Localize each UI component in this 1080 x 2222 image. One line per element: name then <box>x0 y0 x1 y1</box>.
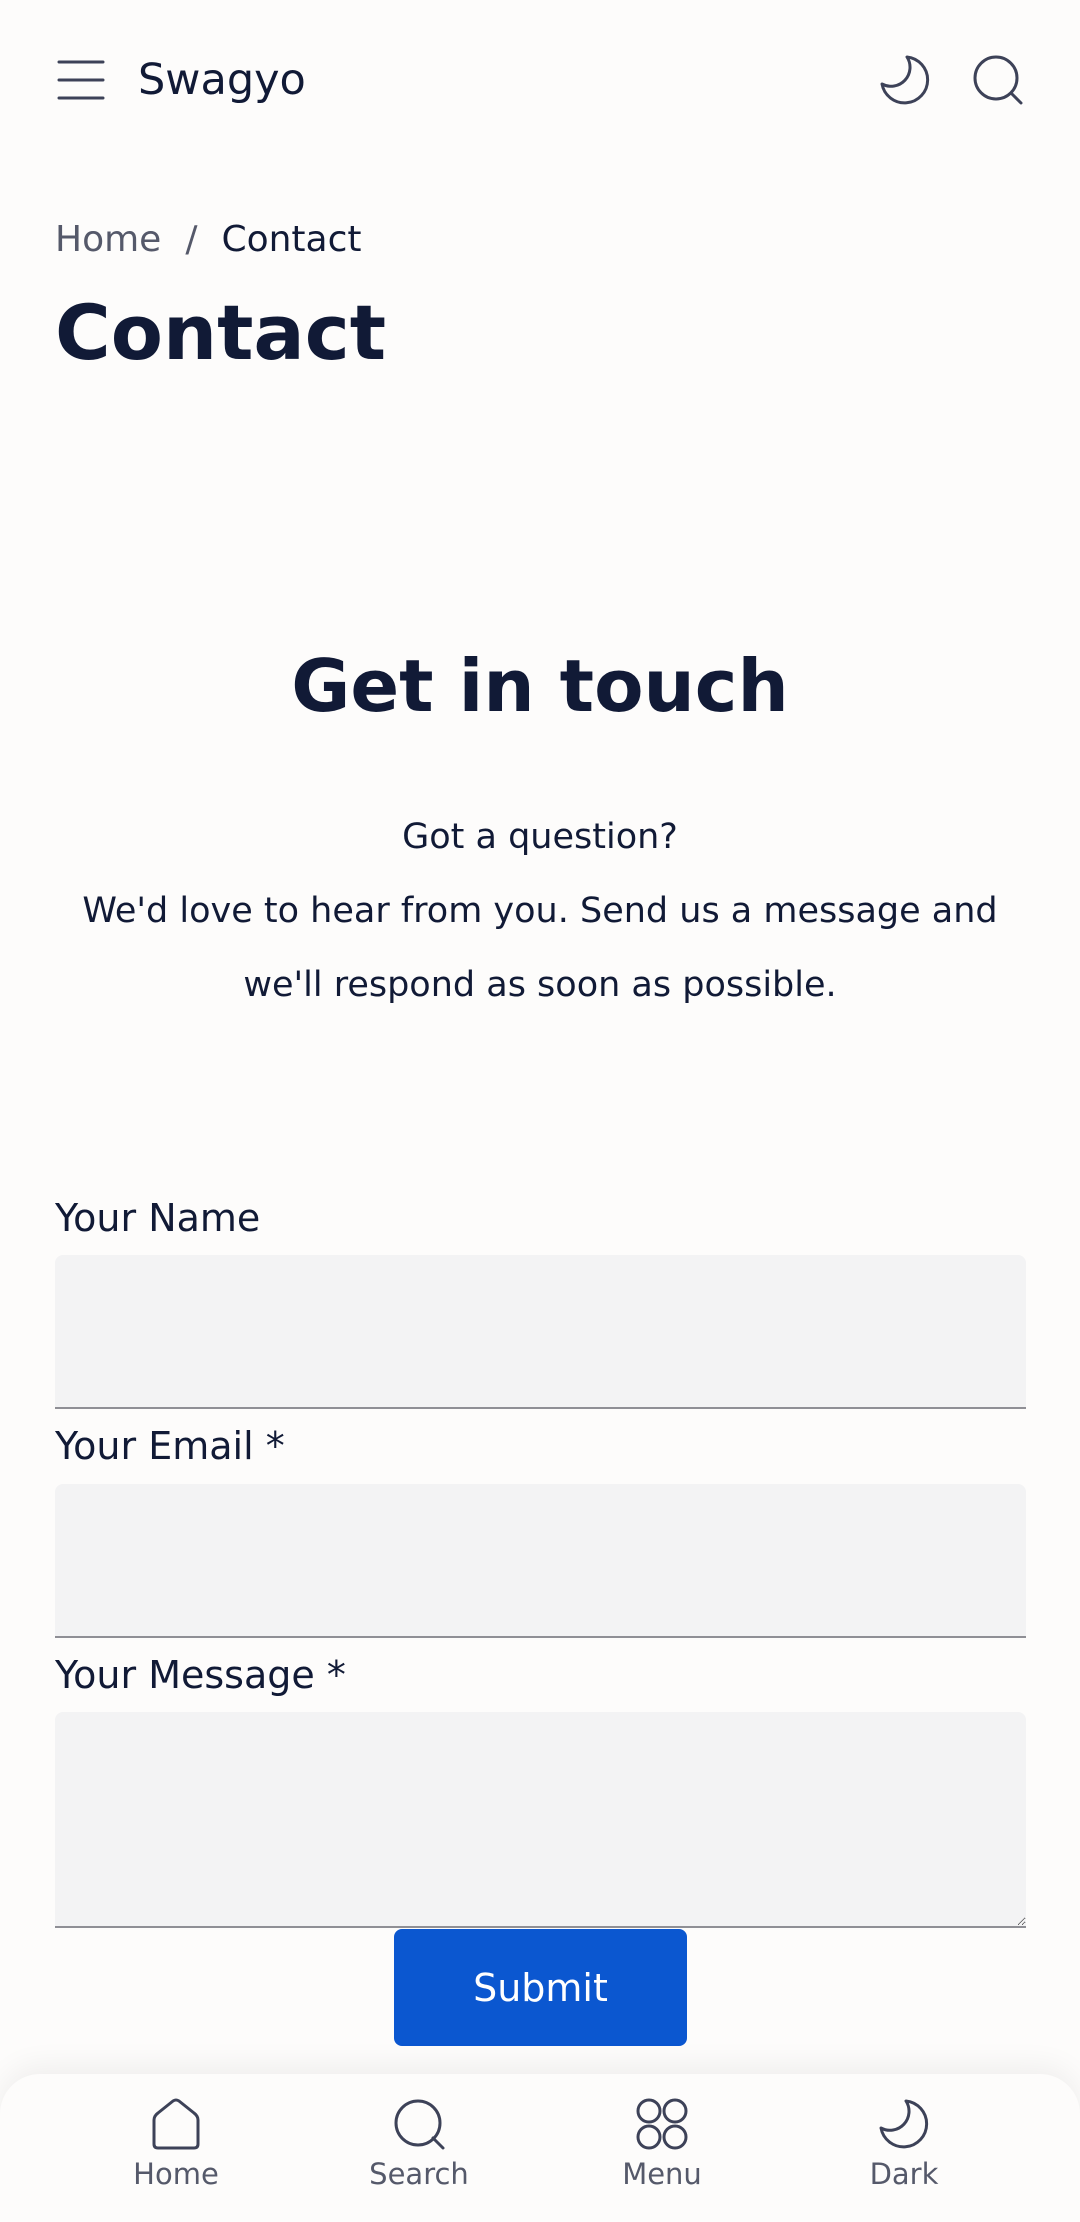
menu-button[interactable] <box>55 56 111 104</box>
breadcrumb-current: Contact <box>221 219 362 260</box>
nav-label-menu: Menu <box>622 2157 702 2191</box>
nav-item-dark[interactable]: Dark <box>824 2096 984 2216</box>
page-title: Contact <box>55 288 387 377</box>
email-field[interactable] <box>55 1484 1026 1638</box>
nav-item-home[interactable]: Home <box>96 2096 256 2216</box>
moon-icon <box>880 55 930 105</box>
bottom-navigation: Home Search Menu Dark <box>0 2074 1080 2222</box>
home-icon <box>152 2098 200 2150</box>
hamburger-menu-icon <box>57 60 105 100</box>
grid-icon <box>636 2098 688 2150</box>
nav-item-search[interactable]: Search <box>339 2096 499 2216</box>
top-app-bar: Swagyo <box>0 0 1080 160</box>
breadcrumb-home-link[interactable]: Home <box>55 219 161 260</box>
breadcrumb-separator: / <box>185 219 198 260</box>
search-button[interactable] <box>970 52 1026 108</box>
intro-text: Got a question? We'd love to hear from y… <box>40 800 1040 1022</box>
intro-line-2: We'd love to hear from you. Send us a me… <box>82 891 998 1005</box>
submit-button[interactable]: Submit <box>394 1929 687 2046</box>
section-title: Get in touch <box>291 644 789 728</box>
nav-label-home: Home <box>133 2157 219 2191</box>
message-field[interactable] <box>55 1712 1026 1928</box>
nav-label-search: Search <box>369 2157 469 2191</box>
site-brand[interactable]: Swagyo <box>138 52 306 108</box>
breadcrumb: Home / Contact <box>55 215 362 265</box>
search-icon <box>973 55 1023 105</box>
nav-label-dark: Dark <box>869 2157 939 2191</box>
moon-icon <box>879 2099 929 2149</box>
email-label: Your Email * <box>55 1424 285 1468</box>
theme-toggle-button[interactable] <box>877 52 933 108</box>
name-field[interactable] <box>55 1255 1026 1409</box>
search-icon <box>394 2099 445 2150</box>
name-label: Your Name <box>55 1196 261 1240</box>
message-label: Your Message * <box>55 1653 346 1697</box>
nav-item-menu[interactable]: Menu <box>582 2096 742 2216</box>
intro-line-1: Got a question? <box>402 817 678 857</box>
